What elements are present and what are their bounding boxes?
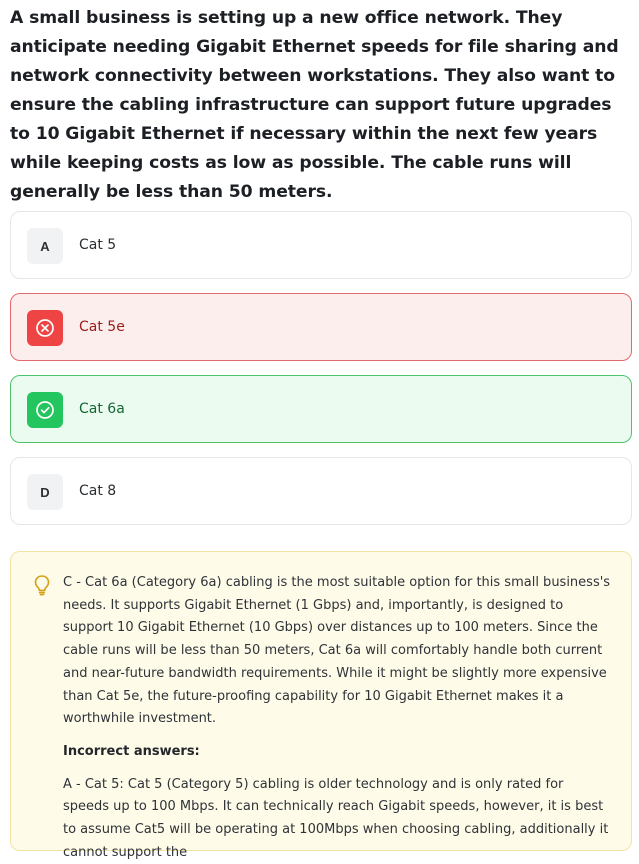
option-d[interactable]: D Cat 8	[10, 457, 632, 525]
incorrect-answer-a: A - Cat 5: Cat 5 (Category 5) cabling is…	[63, 776, 609, 860]
x-circle-icon	[27, 310, 63, 346]
option-c-label: Cat 6a	[79, 401, 125, 417]
option-b-label: Cat 5e	[79, 319, 125, 335]
option-d-letter: D	[27, 474, 63, 510]
option-a[interactable]: A Cat 5	[10, 211, 632, 279]
incorrect-answers-heading: Incorrect answers:	[63, 743, 200, 759]
check-circle-icon	[27, 392, 63, 428]
explanation-panel: C - Cat 6a (Category 6a) cabling is the …	[10, 551, 632, 860]
option-b-incorrect[interactable]: Cat 5e	[10, 293, 632, 361]
lightbulb-icon	[33, 574, 51, 596]
explanation-main: C - Cat 6a (Category 6a) cabling is the …	[63, 575, 611, 727]
option-c-correct[interactable]: Cat 6a	[10, 375, 632, 443]
question-text: A small business is setting up a new off…	[10, 8, 619, 202]
option-d-label: Cat 8	[79, 483, 117, 499]
explanation-text: C - Cat 6a (Category 6a) cabling is the …	[63, 572, 611, 864]
option-a-letter: A	[27, 228, 63, 264]
option-a-label: Cat 5	[79, 237, 117, 253]
